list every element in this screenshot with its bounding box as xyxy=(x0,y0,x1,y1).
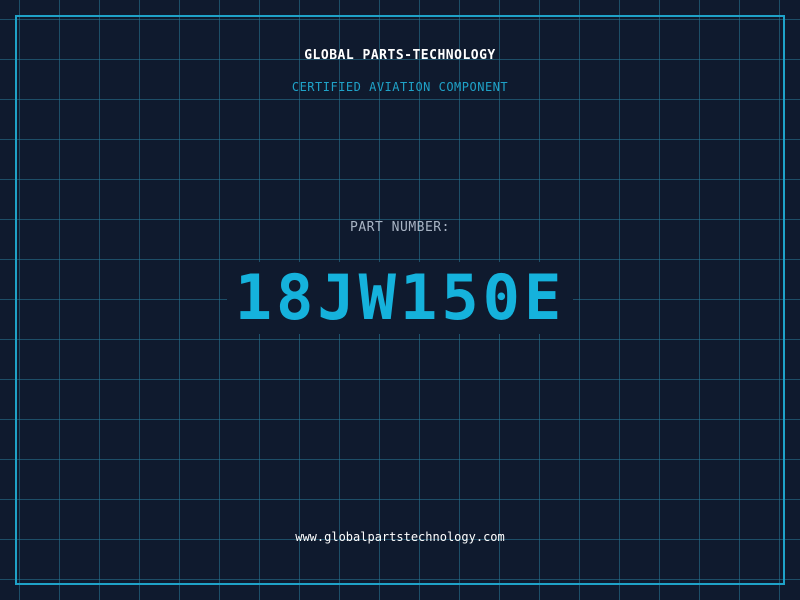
part-number-container: 18JW150E xyxy=(0,262,800,334)
part-number-value: 18JW150E xyxy=(226,262,574,334)
part-number-label: PART NUMBER: xyxy=(350,220,450,235)
certification-subtitle: CERTIFIED AVIATION COMPONENT xyxy=(291,80,509,94)
company-name: GLOBAL PARTS-TECHNOLOGY xyxy=(304,48,496,63)
website-url: www.globalpartstechnology.com xyxy=(295,530,505,544)
